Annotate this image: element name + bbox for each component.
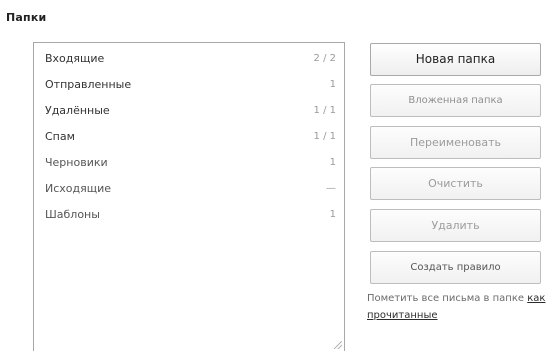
folder-count: 1 / 1 [313, 105, 336, 116]
folder-count: 1 / 1 [313, 131, 336, 142]
section-title: Папки [6, 11, 47, 24]
folder-item-trash[interactable]: Удалённые 1 / 1 [45, 101, 336, 121]
folder-name: Шаблоны [45, 208, 100, 221]
create-rule-button[interactable]: Создать правило [370, 251, 541, 284]
folder-name: Спам [45, 130, 75, 143]
folder-name: Черновики [45, 156, 108, 169]
folder-count: — [326, 183, 336, 194]
folder-count: 1 [329, 209, 336, 220]
folders-settings-panel: Папки Входящие 2 / 2 Отправленные 1 Удал… [0, 0, 547, 351]
nested-folder-button[interactable]: Вложенная папка [370, 84, 541, 117]
folder-item-spam[interactable]: Спам 1 / 1 [45, 127, 336, 147]
folder-item-inbox[interactable]: Входящие 2 / 2 [45, 49, 336, 69]
folder-count: 1 [329, 79, 336, 90]
folder-name: Входящие [45, 52, 105, 65]
folder-count: 2 / 2 [313, 53, 336, 64]
folder-count: 1 [329, 157, 336, 168]
delete-folder-button[interactable]: Удалить [370, 209, 541, 242]
mark-read-hint: Пометить все письма в папке как прочитан… [367, 290, 547, 324]
rename-folder-button[interactable]: Переименовать [370, 126, 541, 159]
folder-item-templates[interactable]: Шаблоны 1 [45, 205, 336, 225]
folder-name: Исходящие [45, 182, 112, 195]
folder-name: Удалённые [45, 104, 110, 117]
mark-read-hint-text: Пометить все письма в папке [367, 293, 525, 304]
resize-grip-icon[interactable] [334, 341, 342, 349]
clear-folder-button[interactable]: Очистить [370, 167, 541, 200]
folder-item-drafts[interactable]: Черновики 1 [45, 153, 336, 173]
folder-list[interactable]: Входящие 2 / 2 Отправленные 1 Удалённые … [33, 42, 345, 351]
new-folder-button[interactable]: Новая папка [370, 43, 541, 76]
folder-name: Отправленные [45, 78, 132, 91]
folder-item-sent[interactable]: Отправленные 1 [45, 75, 336, 95]
folder-item-outbox[interactable]: Исходящие — [45, 179, 336, 199]
